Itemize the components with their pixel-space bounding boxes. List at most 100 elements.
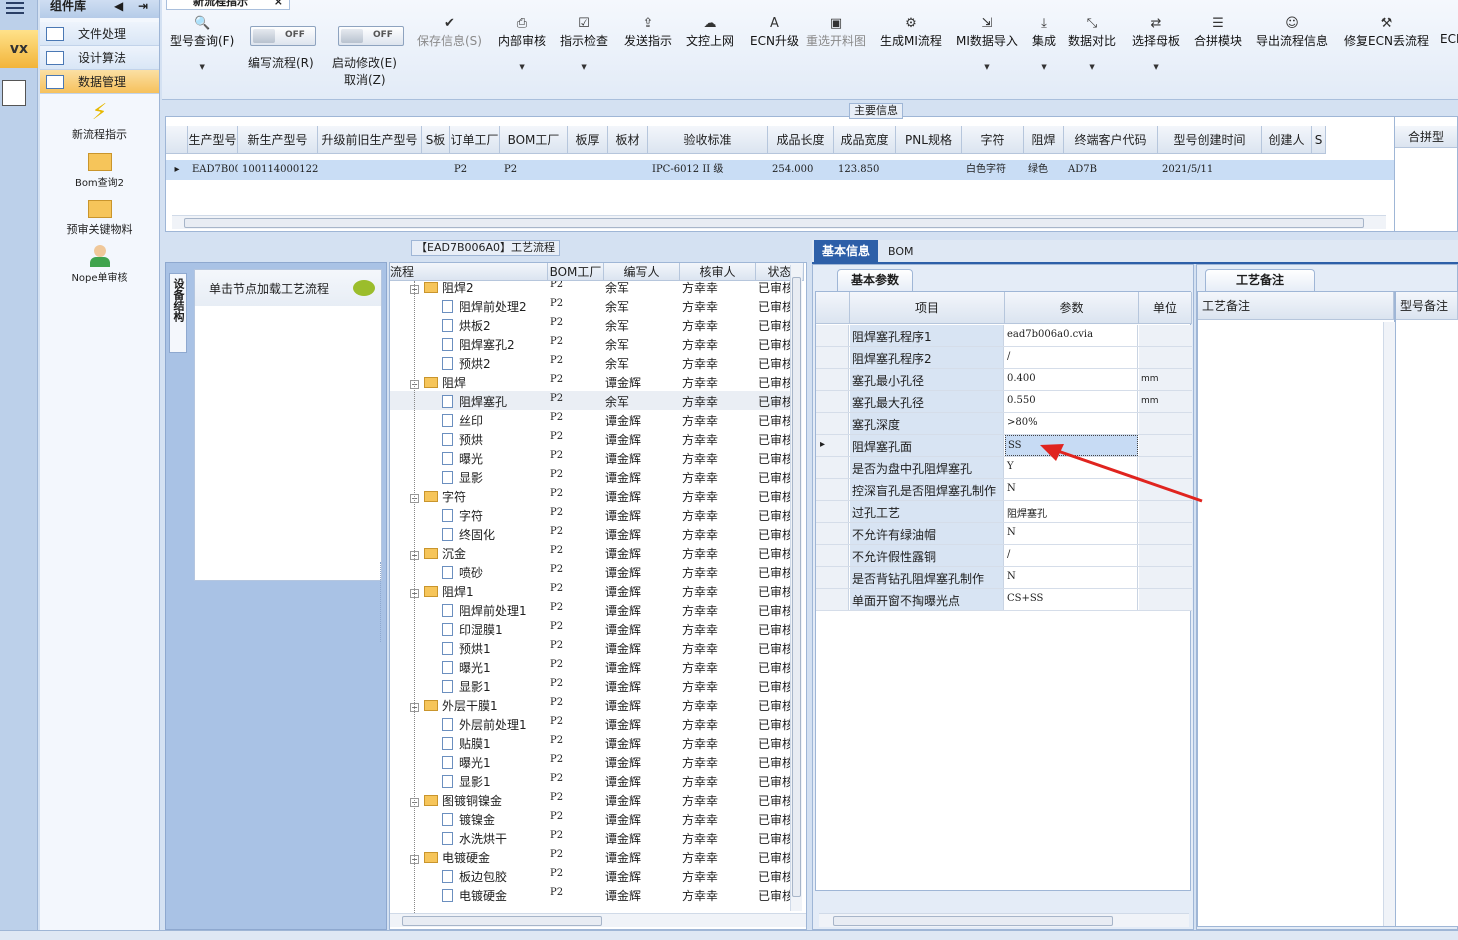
chevron-down-icon[interactable]: ▼: [1089, 63, 1094, 71]
param-value[interactable]: N: [1005, 567, 1138, 588]
write-flow-toggle[interactable]: OFF: [250, 26, 316, 46]
process-row[interactable]: 水洗烘干 P2 谭金辉 方幸幸 已审核: [390, 828, 790, 847]
process-row[interactable]: 外层前处理1 P2 谭金辉 方幸幸 已审核: [390, 714, 790, 733]
table-cell[interactable]: [1262, 160, 1312, 180]
column-header[interactable]: 板厚: [568, 126, 608, 154]
param-row[interactable]: 不允许有绿油帽 N: [816, 523, 1192, 545]
process-row[interactable]: 板边包胶 P2 谭金辉 方幸幸 已审核: [390, 866, 790, 885]
splitter[interactable]: [380, 562, 386, 642]
param-row[interactable]: 不允许假性露铜 /: [816, 545, 1192, 567]
column-header[interactable]: S板: [422, 126, 450, 154]
param-value[interactable]: CS+SS: [1005, 589, 1138, 610]
toolbar-button-15[interactable]: ECN: [1440, 16, 1458, 46]
param-value[interactable]: N: [1005, 523, 1138, 544]
process-column-header[interactable]: 编写人: [604, 263, 680, 281]
process-row[interactable]: 显影 P2 谭金辉 方幸幸 已审核: [390, 467, 790, 486]
param-row[interactable]: 塞孔最大孔径 0.550 mm: [816, 391, 1192, 413]
table-cell[interactable]: [568, 160, 608, 180]
table-cell[interactable]: P2: [500, 160, 568, 180]
column-header[interactable]: 订单工厂: [450, 126, 500, 154]
param-row[interactable]: 塞孔最小孔径 0.400 mm: [816, 369, 1192, 391]
process-row[interactable]: −电镀硬金P2谭金辉方幸幸已审核: [390, 847, 790, 866]
process-row[interactable]: −阻焊P2谭金辉方幸幸已审核: [390, 372, 790, 391]
table-cell[interactable]: [896, 160, 962, 180]
chevron-down-icon[interactable]: ▼: [1153, 63, 1158, 71]
toolbar-button-10[interactable]: ⤡ 数据对比 ▼: [1068, 16, 1116, 71]
params-horizontal-scrollbar[interactable]: [819, 913, 1189, 927]
process-row[interactable]: 阻焊塞孔2 P2 余军 方幸幸 已审核: [390, 334, 790, 353]
tab-basic-info[interactable]: 基本信息: [814, 240, 878, 264]
table-cell[interactable]: [422, 160, 450, 180]
column-header[interactable]: 验收标准: [648, 126, 768, 154]
menu-icon[interactable]: [6, 2, 24, 14]
table-cell[interactable]: [318, 160, 422, 180]
process-row[interactable]: −阻焊1P2谭金辉方幸幸已审核: [390, 581, 790, 600]
table-row[interactable]: ▸ EAD7B006A010011400012224 P2P2 IPC-6012 II…: [166, 160, 1396, 180]
tab-basic-params[interactable]: 基本参数: [837, 269, 913, 291]
process-row[interactable]: 丝印 P2 谭金辉 方幸幸 已审核: [390, 410, 790, 429]
toolbar-button-4[interactable]: ☁ 文控上网: [686, 16, 734, 49]
param-row[interactable]: 阻焊塞孔程序2/: [816, 347, 1192, 369]
model-remarks-box[interactable]: 型号备注: [1395, 291, 1458, 927]
param-value[interactable]: /: [1005, 347, 1138, 368]
calculator-icon[interactable]: [2, 80, 26, 106]
process-row[interactable]: 阻焊前处理2 P2 余军 方幸幸 已审核: [390, 296, 790, 315]
toolbar-button-13[interactable]: ☺ 导出流程信息: [1256, 16, 1328, 49]
process-row[interactable]: 预烘2 P2 余军 方幸幸 已审核: [390, 353, 790, 372]
table-cell[interactable]: 白色字符: [962, 160, 1024, 180]
process-column-header[interactable]: BOM工厂: [548, 263, 604, 281]
column-header[interactable]: 成品长度: [768, 126, 834, 154]
column-header[interactable]: 板材: [608, 126, 648, 154]
process-row[interactable]: 显影1 P2 谭金辉 方幸幸 已审核: [390, 676, 790, 695]
toolbar-button-9[interactable]: ⤓ 集成 ▼: [1032, 16, 1056, 71]
param-row[interactable]: 是否背钻孔阻焊塞孔制作 N: [816, 567, 1192, 589]
column-header[interactable]: 阻焊: [1024, 126, 1064, 154]
collapse-left-icon[interactable]: ◀: [114, 0, 123, 12]
remarks-scrollbar[interactable]: [1383, 322, 1395, 926]
process-row[interactable]: 曝光1 P2 谭金辉 方幸幸 已审核: [390, 752, 790, 771]
library-item-file-processing[interactable]: 文件处理: [40, 22, 159, 46]
toolbar-button-1[interactable]: ⎙ 内部审核 ▼: [498, 16, 546, 71]
process-column-header[interactable]: 核审人: [680, 263, 756, 281]
process-row[interactable]: −阻焊2P2余军方幸幸已审核: [390, 281, 790, 296]
column-header[interactable]: 生产型号: [188, 126, 238, 154]
tab-new-flow[interactable]: 新流程指示 ×: [166, 0, 290, 10]
library-item-design-algorithm[interactable]: 设计算法: [40, 46, 159, 70]
process-row[interactable]: 预烘 P2 谭金辉 方幸幸 已审核: [390, 429, 790, 448]
table-cell[interactable]: P2: [450, 160, 500, 180]
table-cell[interactable]: 10011400012224: [238, 160, 318, 180]
chevron-down-icon[interactable]: ▼: [984, 63, 989, 71]
process-row[interactable]: 烘板2 P2 余军 方幸幸 已审核: [390, 315, 790, 334]
column-header[interactable]: 新生产型号: [238, 126, 318, 154]
chevron-down-icon[interactable]: ▼: [1041, 63, 1046, 71]
process-row[interactable]: 印湿膜1 P2 谭金辉 方幸幸 已审核: [390, 619, 790, 638]
column-header[interactable]: 升级前旧生产型号: [318, 126, 422, 154]
process-row[interactable]: 喷砂 P2 谭金辉 方幸幸 已审核: [390, 562, 790, 581]
param-value[interactable]: /: [1005, 545, 1138, 566]
toolbar-button-3[interactable]: ⇪ 发送指示: [624, 16, 672, 49]
process-vertical-scrollbar[interactable]: [790, 265, 802, 911]
horizontal-scrollbar[interactable]: [172, 215, 1386, 229]
process-row[interactable]: 贴膜1 P2 谭金辉 方幸幸 已审核: [390, 733, 790, 752]
table-cell[interactable]: 254.000: [768, 160, 834, 180]
column-header[interactable]: 创建人: [1262, 126, 1312, 154]
process-row[interactable]: −外层干膜1P2谭金辉方幸幸已审核: [390, 695, 790, 714]
chevron-down-icon[interactable]: ▼: [199, 63, 204, 71]
process-row[interactable]: 阻焊塞孔 P2 余军 方幸幸 已审核: [390, 391, 790, 410]
param-value[interactable]: >80%: [1005, 413, 1138, 434]
column-header[interactable]: S: [1312, 126, 1326, 154]
column-header[interactable]: 字符: [962, 126, 1024, 154]
table-cell[interactable]: [1312, 160, 1326, 180]
column-header[interactable]: 终端客户代码: [1064, 126, 1158, 154]
process-row[interactable]: −字符P2谭金辉方幸幸已审核: [390, 486, 790, 505]
column-header[interactable]: PNL规格: [896, 126, 962, 154]
toolbar-button-14[interactable]: ⚒ 修复ECN丢流程: [1344, 16, 1429, 49]
library-item-data-management[interactable]: 数据管理: [40, 70, 159, 94]
tab-bom[interactable]: BOM: [888, 245, 914, 258]
tab-process-remarks[interactable]: 工艺备注: [1205, 269, 1315, 291]
process-column-header[interactable]: 流程: [390, 263, 548, 281]
table-cell[interactable]: AD7B: [1064, 160, 1158, 180]
toolbar-button-7[interactable]: ⚙ 生成MI流程: [880, 16, 942, 49]
param-value[interactable]: 0.550: [1005, 391, 1138, 412]
toolbar-button-11[interactable]: ⇄ 选择母板 ▼: [1132, 16, 1180, 71]
